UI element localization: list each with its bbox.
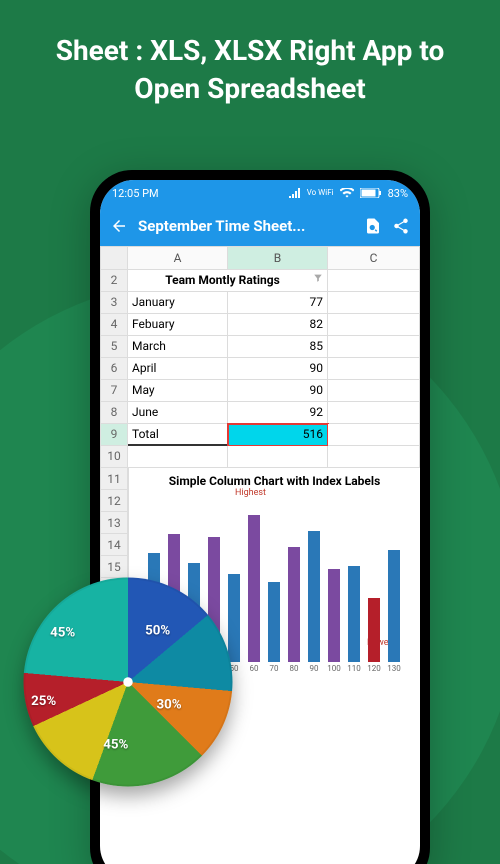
cell[interactable]: [328, 336, 420, 358]
cell[interactable]: [128, 446, 228, 468]
cell[interactable]: [228, 446, 328, 468]
x-tick: 120: [367, 664, 381, 673]
cell[interactable]: [328, 446, 420, 468]
filter-icon[interactable]: [313, 273, 323, 283]
chart-title: Simple Column Chart with Index Labels: [133, 472, 416, 488]
x-tick: 60: [250, 664, 259, 673]
column-header-row: A B C: [100, 246, 420, 270]
x-tick: 90: [310, 664, 319, 673]
col-b[interactable]: B: [228, 246, 328, 270]
battery-icon: [360, 188, 382, 198]
app-titlebar: September Time Sheet...: [100, 206, 420, 246]
chart-bar: [388, 550, 400, 662]
cell[interactable]: March: [128, 336, 228, 358]
pie-slice-label: 25%: [31, 693, 56, 708]
cell[interactable]: 77: [228, 292, 328, 314]
status-time: 12:05 PM: [112, 187, 159, 200]
signal-icon: [289, 188, 301, 198]
wifi-icon: [340, 188, 354, 198]
pie-slice-label: 45%: [103, 737, 128, 752]
cell[interactable]: 90: [228, 380, 328, 402]
table-row: 5March85: [100, 336, 420, 358]
corner-cell[interactable]: [100, 246, 128, 270]
row-number[interactable]: 13: [100, 512, 128, 534]
table-header-cell[interactable]: Team Montly Ratings: [128, 270, 328, 292]
cell[interactable]: [328, 380, 420, 402]
pie-slice-label: 50%: [145, 623, 170, 638]
chart-bar: [308, 531, 320, 662]
cell[interactable]: January: [128, 292, 228, 314]
row-number[interactable]: 11: [100, 468, 128, 490]
table-row: 10: [100, 446, 420, 468]
cell[interactable]: April: [128, 358, 228, 380]
row-number[interactable]: 14: [100, 534, 128, 556]
pie-chart-overlay: 50% 30% 45% 25% 45%: [24, 578, 233, 787]
status-net: Vo WiFi: [307, 189, 334, 197]
back-icon[interactable]: [110, 217, 128, 235]
chart-bar: [368, 598, 380, 662]
cell[interactable]: 85: [228, 336, 328, 358]
table-row: 2 Team Montly Ratings: [100, 270, 420, 292]
table-row: 4Febuary82: [100, 314, 420, 336]
row-number[interactable]: 15: [100, 556, 128, 578]
x-tick: 110: [347, 664, 361, 673]
cell[interactable]: 92: [228, 402, 328, 424]
cell[interactable]: Total: [128, 424, 228, 446]
cell[interactable]: [328, 424, 420, 446]
share-icon[interactable]: [392, 217, 410, 235]
pie-slice-label: 30%: [157, 697, 182, 712]
chart-bar: [268, 582, 280, 662]
search-in-page-icon[interactable]: [364, 217, 382, 235]
cell[interactable]: May: [128, 380, 228, 402]
x-tick: 70: [270, 664, 279, 673]
chart-bar: [248, 515, 260, 662]
cell[interactable]: [328, 292, 420, 314]
table-row: 7May90: [100, 380, 420, 402]
pie-slice-label: 45%: [50, 625, 75, 640]
cell[interactable]: June: [128, 402, 228, 424]
promo-headline: Sheet : XLS, XLSX Right App to Open Spre…: [0, 0, 500, 128]
table-row: 6April90: [100, 358, 420, 380]
chart-annotation-highest: Highest: [235, 488, 266, 498]
table-row: 8June92: [100, 402, 420, 424]
cell[interactable]: 82: [228, 314, 328, 336]
table-row: 9Total516: [100, 424, 420, 446]
row-number[interactable]: 2: [100, 270, 128, 292]
cell[interactable]: Febuary: [128, 314, 228, 336]
status-bar: 12:05 PM Vo WiFi 83%: [100, 180, 420, 206]
x-tick: 100: [327, 664, 341, 673]
status-battery: 83%: [388, 187, 408, 200]
cell[interactable]: [328, 402, 420, 424]
document-title: September Time Sheet...: [138, 217, 354, 235]
chart-bar: [348, 566, 360, 662]
chart-bar: [228, 574, 240, 662]
x-tick: 130: [387, 664, 401, 673]
x-tick: 80: [290, 664, 299, 673]
cell[interactable]: [328, 358, 420, 380]
chart-bar: [328, 569, 340, 662]
row-number[interactable]: 12: [100, 490, 128, 512]
table-row: 3January77: [100, 292, 420, 314]
cell[interactable]: [328, 270, 420, 292]
cell[interactable]: [328, 314, 420, 336]
selected-cell[interactable]: 516: [228, 424, 328, 446]
status-right: Vo WiFi 83%: [289, 187, 408, 200]
chart-bar: [288, 547, 300, 662]
col-c[interactable]: C: [328, 246, 420, 270]
cell[interactable]: 90: [228, 358, 328, 380]
col-a[interactable]: A: [128, 246, 228, 270]
